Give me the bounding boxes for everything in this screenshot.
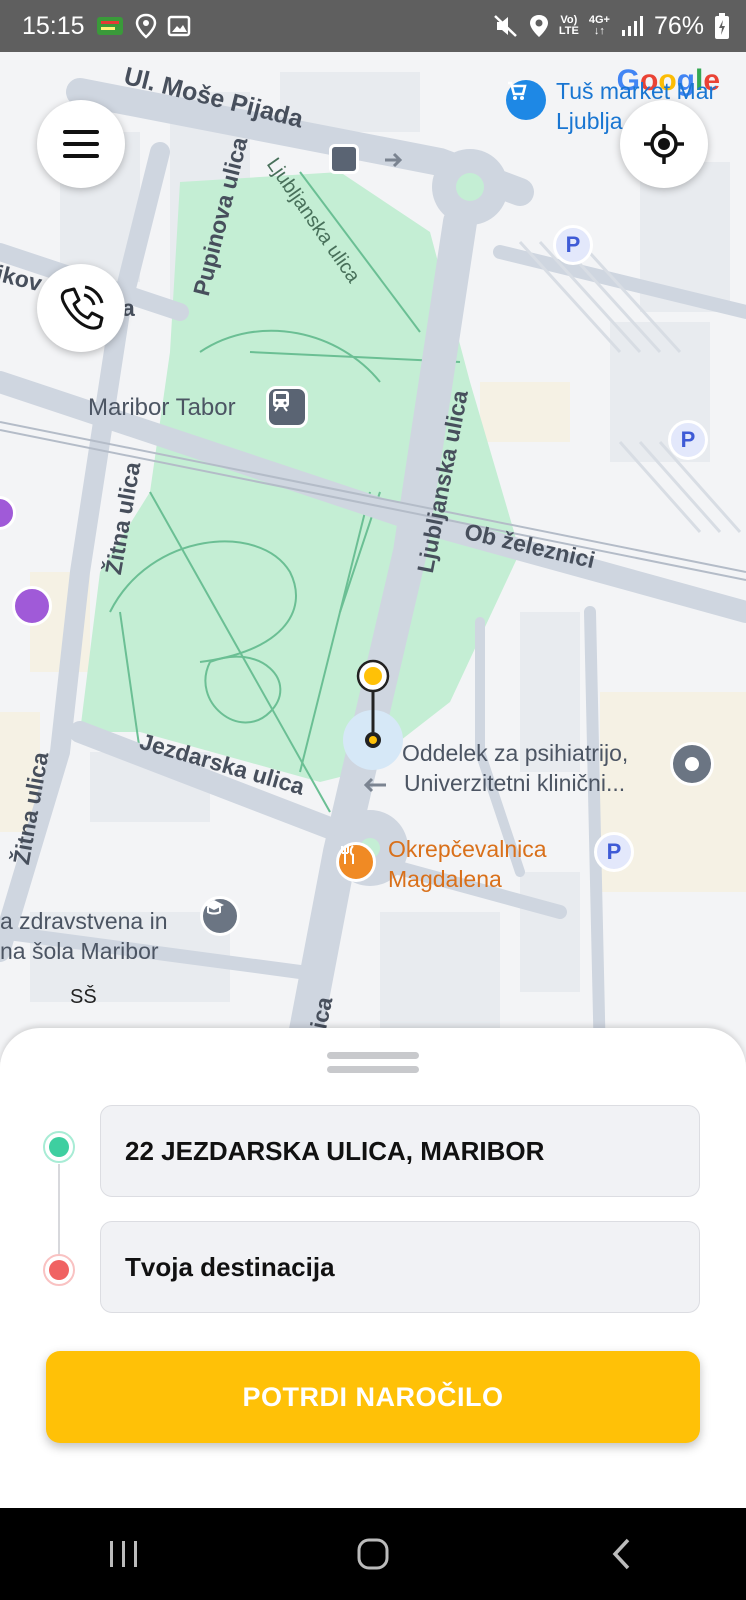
system-nav-bar <box>0 1508 746 1600</box>
phone-call-icon <box>56 283 106 333</box>
hospital-pin-icon[interactable] <box>670 742 714 786</box>
school-label: a zdravstvena in <box>0 908 168 934</box>
maribor-tabor-label: Maribor Tabor <box>88 394 236 421</box>
destination-placeholder: Tvoja destinacija <box>125 1251 335 1282</box>
menu-icon <box>61 128 101 160</box>
bus-stop-icon <box>329 144 359 174</box>
theater-icon[interactable] <box>12 586 52 626</box>
pickup-address: 22 JEZDARSKA ULICA, MARIBOR <box>125 1135 545 1166</box>
destination-field[interactable]: Tvoja destinacija <box>100 1221 700 1313</box>
destination-dot <box>43 1254 75 1286</box>
okrepcevalnica-label: Okrepčevalnica <box>388 836 547 862</box>
back-button[interactable] <box>572 1519 672 1589</box>
restaurant-icon[interactable] <box>336 842 376 882</box>
route-connector <box>58 1164 60 1264</box>
recent-apps-button[interactable] <box>74 1519 174 1589</box>
battery-icon <box>714 12 730 40</box>
school-label-2: na šola Maribor <box>0 938 159 964</box>
parking-icon[interactable]: P <box>594 832 634 872</box>
home-button[interactable] <box>323 1519 423 1589</box>
location-icon <box>135 13 157 39</box>
network-gen-badge: 4G+ ↓↑ <box>588 14 610 37</box>
school-icon[interactable] <box>200 896 240 936</box>
map-view[interactable]: Ul. Moše Pijada Pupinova ulica Ljubljans… <box>0 52 746 1062</box>
signal-icon <box>620 14 644 38</box>
status-time: 15:15 <box>22 11 85 40</box>
tus-market-label: Tuš market Mar <box>556 78 717 104</box>
home-icon <box>356 1537 390 1571</box>
image-icon <box>167 14 191 38</box>
status-bar: 15:15 Vo) LTE 4G+ ↓↑ 76% <box>0 0 746 52</box>
train-station-icon[interactable] <box>266 386 308 428</box>
location-icon <box>529 13 549 39</box>
pickup-dot <box>43 1131 75 1163</box>
oddelek-label-2: Univerzitetni klinični... <box>404 770 626 796</box>
my-location-icon <box>642 122 686 166</box>
menu-button[interactable] <box>37 100 125 188</box>
oddelek-label: Oddelek za psihiatrijo, <box>402 740 629 766</box>
okrepcevalnica-label-2: Magdalena <box>388 866 502 892</box>
parking-icon[interactable]: P <box>668 420 708 460</box>
locate-me-button[interactable] <box>620 100 708 188</box>
recent-apps-icon <box>107 1539 141 1569</box>
ss-label: SŠ <box>70 986 97 1008</box>
flash-app-icon <box>95 11 125 41</box>
order-sheet: 22 JEZDARSKA ULICA, MARIBOR Tvoja destin… <box>0 1028 746 1508</box>
volte-badge: Vo) LTE <box>558 14 579 37</box>
tus-market-pin[interactable] <box>506 80 546 120</box>
pickup-field[interactable]: 22 JEZDARSKA ULICA, MARIBOR <box>100 1105 700 1197</box>
sheet-handle[interactable] <box>327 1052 419 1059</box>
confirm-order-button[interactable]: POTRDI NAROČILO <box>46 1351 700 1443</box>
mute-icon <box>493 13 519 39</box>
battery-percent: 76% <box>653 11 704 40</box>
back-icon <box>610 1537 634 1571</box>
parking-icon[interactable]: P <box>553 225 593 265</box>
sheet-handle-line <box>327 1066 419 1073</box>
tus-market-label-2: Ljublja <box>556 108 623 134</box>
call-button[interactable] <box>37 264 125 352</box>
